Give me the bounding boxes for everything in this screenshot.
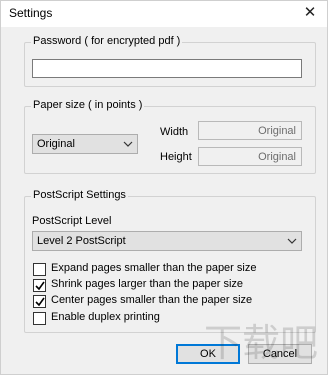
height-field[interactable]: Original (198, 147, 302, 166)
postscript-legend: PostScript Settings (31, 189, 128, 201)
checkbox-box[interactable] (33, 312, 46, 325)
checkbox-label: Center pages smaller than the paper size (51, 294, 253, 306)
chevron-down-icon (287, 238, 297, 244)
checkmark-icon (35, 297, 45, 307)
watermark-text: 下载吧 (204, 321, 318, 365)
close-icon[interactable]: ✕ (301, 4, 319, 22)
chevron-down-icon (123, 141, 133, 147)
postscript-level-label: PostScript Level (32, 215, 112, 227)
width-label: Width (160, 126, 189, 138)
checkbox-label: Expand pages smaller than the paper size (51, 262, 257, 274)
postscript-level-value: Level 2 PostScript (37, 235, 126, 247)
checkbox-box[interactable] (33, 279, 46, 292)
paper-size-legend: Paper size ( in points ) (31, 99, 145, 111)
password-legend: Password ( for encrypted pdf ) (31, 35, 183, 47)
password-field[interactable] (32, 59, 302, 78)
paper-size-value: Original (37, 138, 75, 150)
width-field[interactable]: Original (198, 121, 302, 140)
checkmark-icon (35, 281, 45, 291)
checkbox-label: Enable duplex printing (51, 311, 160, 323)
checkbox-box[interactable] (33, 263, 46, 276)
window-title: Settings (9, 6, 53, 20)
checkbox-box[interactable] (33, 295, 46, 308)
checkbox-label: Shrink pages larger than the paper size (51, 278, 244, 290)
settings-dialog: Settings ✕ Password ( for encrypted pdf … (0, 0, 328, 375)
watermark-logo: 下载吧 (204, 321, 318, 365)
title-bar: Settings ✕ (1, 1, 327, 27)
height-label: Height (160, 151, 192, 163)
postscript-level-select[interactable]: Level 2 PostScript (32, 231, 302, 251)
paper-size-select[interactable]: Original (32, 134, 138, 154)
